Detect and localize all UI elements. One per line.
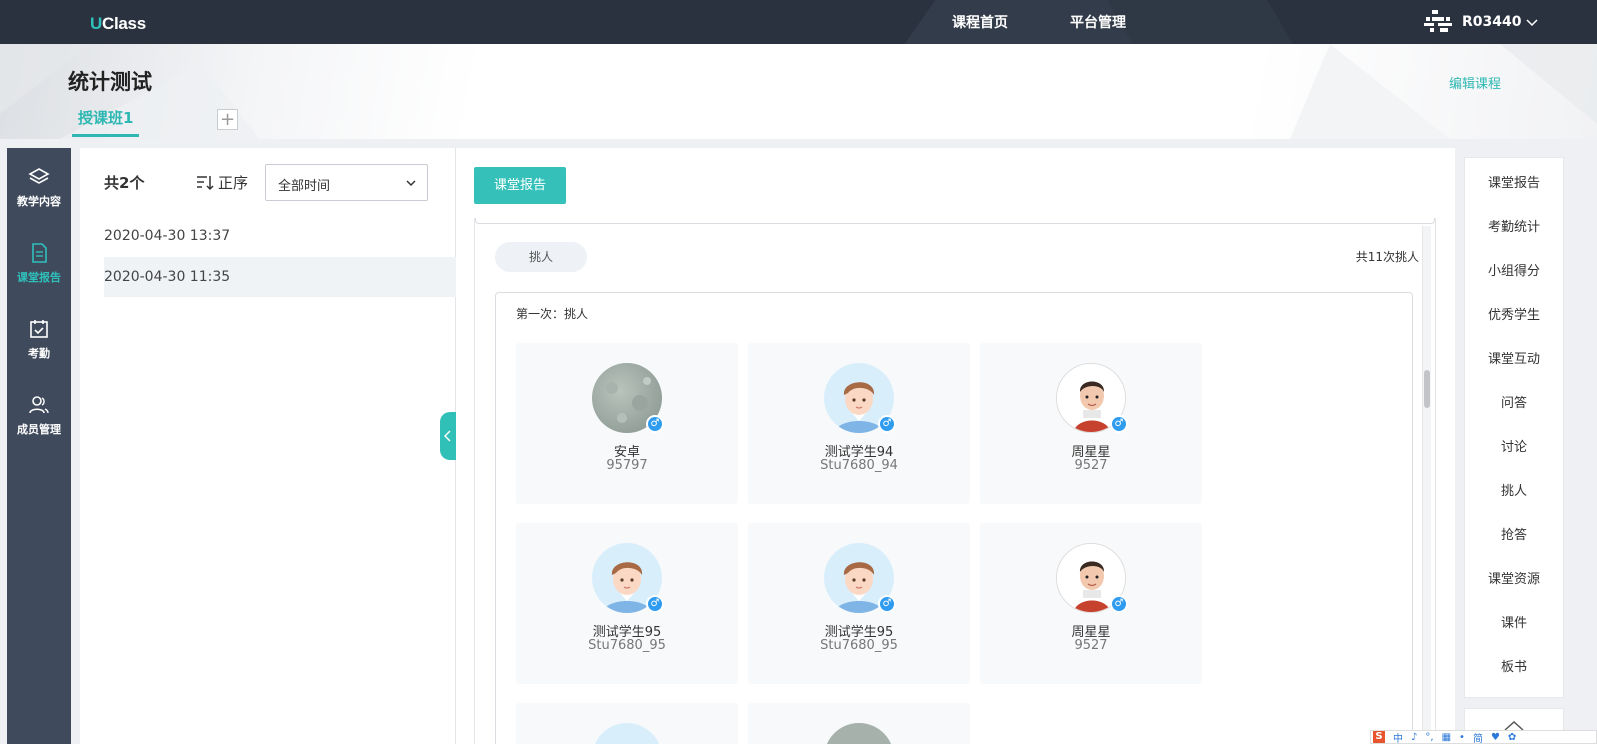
student-avatar [592,723,662,744]
record-item-selected[interactable]: 2020-04-30 11:35 [104,257,456,297]
course-header: 统计测试 编辑课程 授课班1 + [0,44,1597,139]
document-icon [32,243,47,263]
scrollbar-thumb[interactable] [1424,370,1430,408]
section-link-excellent-students[interactable]: 优秀学生 [1465,304,1563,323]
sidebar-item-label: 课堂报告 [17,271,61,284]
student-card[interactable]: ♂ 测试学生95 Stu7680_95 [516,523,738,684]
male-gender-icon: ♂ [646,595,664,613]
ime-voice-icon[interactable]: ♪ [1411,732,1417,743]
add-tab-button[interactable]: + [217,109,238,130]
section-link-class-report[interactable]: 课堂报告 [1465,172,1563,191]
course-title: 统计测试 [68,70,152,94]
ime-keyboard-icon[interactable]: ▦ [1442,732,1451,743]
student-id: 9527 [1074,638,1108,653]
ime-skin-icon[interactable]: ♥ [1491,732,1500,743]
sidebar-item-label: 考勤 [28,347,50,360]
user-menu[interactable]: R03440 [1424,10,1538,34]
pick-round-card: 第一次：挑人 ♂ 安卓 95797 ♂ 测试学生94 Stu7680_94 ♂ … [495,292,1413,744]
tab-class-1[interactable]: 授课班1 [72,107,140,137]
chevron-left-icon [444,430,451,442]
male-gender-icon: ♂ [1110,595,1128,613]
layers-icon [28,168,50,184]
ime-toolbar[interactable]: S 中 ♪ °, ▦ • 简 ♥ ✿ [1370,730,1597,744]
class-report-button[interactable]: 课堂报告 [474,167,566,204]
pick-section-tag[interactable]: 挑人 [495,242,587,272]
sidebar-item-teaching-content[interactable]: 教学内容 [7,166,71,209]
sidebar-item-class-report[interactable]: 课堂报告 [7,242,71,285]
section-link-courseware[interactable]: 课件 [1465,612,1563,631]
section-link-class-resources[interactable]: 课堂资源 [1465,568,1563,587]
report-section-nav: 课堂报告 考勤统计 小组得分 优秀学生 课堂互动 问答 讨论 挑人 抢答 课堂资… [1464,157,1564,698]
male-gender-icon: ♂ [878,595,896,613]
student-card[interactable]: ♂ 测试学生95 Stu7680_95 [748,523,970,684]
vertical-scrollbar[interactable] [1422,226,1431,744]
ime-settings-icon[interactable]: ✿ [1508,732,1516,743]
student-id: 95797 [606,458,648,473]
ime-punctuation-icon[interactable]: °, [1425,732,1433,743]
nav-platform-management[interactable]: 平台管理 [1070,12,1126,32]
student-id: Stu7680_95 [588,638,666,653]
qr-code-icon [1424,10,1452,32]
section-link-attendance-stats[interactable]: 考勤统计 [1465,216,1563,235]
student-id: 9527 [1074,458,1108,473]
ime-simplified-mode[interactable]: 简 [1473,731,1483,744]
sidebar-item-label: 教学内容 [17,195,61,208]
student-card[interactable]: ♂ 周星星 9527 [980,343,1202,504]
section-link-qa[interactable]: 问答 [1465,392,1563,411]
ime-logo-icon: S [1373,731,1385,743]
male-gender-icon: ♂ [878,415,896,433]
sidebar-item-label: 成员管理 [17,423,61,436]
sidebar-item-attendance[interactable]: 考勤 [7,318,71,361]
sidebar-item-member-management[interactable]: 成员管理 [7,394,71,437]
collapse-panel-handle[interactable] [440,412,456,460]
ime-chinese-mode[interactable]: 中 [1393,731,1403,744]
chevron-down-icon [1525,19,1538,27]
header-background-pattern [0,44,1597,139]
report-content: 课堂报告 挑人 共11次挑人 第一次：挑人 ♂ 安卓 95797 ♂ 测试学生9… [456,148,1455,744]
student-card[interactable]: ♂ 周星星 9527 [980,523,1202,684]
edit-course-link[interactable]: 编辑课程 [1449,73,1501,92]
record-list-panel: 共2个 正序 全部时间 2020-04-30 13:37 2020-04-30 … [80,148,456,744]
student-id: Stu7680_95 [820,638,898,653]
total-picks-count: 共11次挑人 [1355,250,1419,264]
username: R03440 [1462,14,1522,30]
time-filter-value: 全部时间 [278,179,331,194]
section-link-class-interaction[interactable]: 课堂互动 [1465,348,1563,367]
student-card[interactable]: ♂ 测试学生94 Stu7680_94 [748,343,970,504]
student-card[interactable]: ♂ 安卓 95797 [516,343,738,504]
section-link-quick-answer[interactable]: 抢答 [1465,524,1563,543]
nav-course-home[interactable]: 课程首页 [952,12,1008,32]
previous-section-card [475,218,1435,224]
topbar-decoration [1107,0,1293,44]
record-item[interactable]: 2020-04-30 13:37 [104,216,456,256]
top-navigation-bar: UClass 课程首页 平台管理 R03440 [0,0,1597,44]
student-avatar [824,723,894,744]
sort-ascending-icon [197,175,214,190]
ime-dot-icon[interactable]: • [1459,732,1465,743]
time-filter-select[interactable]: 全部时间 [265,164,428,201]
male-gender-icon: ♂ [646,415,664,433]
uclass-logo[interactable]: UClass [90,14,146,34]
record-count: 共2个 [104,174,145,192]
student-card-partial[interactable] [516,703,738,744]
pick-round-title: 第一次：挑人 [516,307,589,321]
male-gender-icon: ♂ [1110,415,1128,433]
left-sidebar: 教学内容 课堂报告 考勤 成员管理 [7,148,71,744]
users-icon [29,396,49,414]
section-link-group-score[interactable]: 小组得分 [1465,260,1563,279]
section-link-pick-student[interactable]: 挑人 [1465,480,1563,499]
section-link-discussion[interactable]: 讨论 [1465,436,1563,455]
sort-label: 正序 [218,174,249,192]
calendar-check-icon [30,320,48,338]
report-scroll-area[interactable]: 挑人 共11次挑人 第一次：挑人 ♂ 安卓 95797 ♂ 测试学生94 Stu… [474,218,1436,744]
sort-toggle[interactable]: 正序 [196,172,248,193]
student-id: Stu7680_94 [820,458,898,473]
chevron-down-icon [406,180,416,187]
student-card-partial[interactable] [748,703,970,744]
section-link-blackboard[interactable]: 板书 [1465,656,1563,675]
